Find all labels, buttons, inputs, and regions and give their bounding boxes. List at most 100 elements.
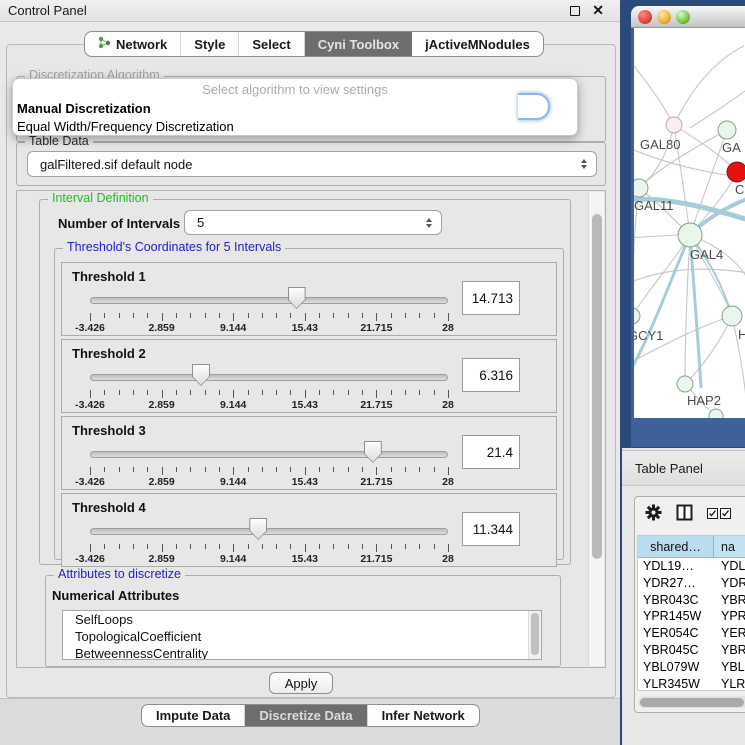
network-edge-highlighted[interactable] bbox=[634, 235, 690, 373]
table-cell-shared-name: YBL079W bbox=[638, 659, 714, 676]
slider-tick bbox=[405, 467, 406, 472]
minimize-traffic-light-icon[interactable] bbox=[657, 10, 671, 24]
table-row[interactable]: YLR345WYLR3 bbox=[638, 676, 745, 691]
slider-tick bbox=[448, 544, 449, 552]
slider-tick-label: 2.859 bbox=[148, 553, 174, 565]
threshold-panel: Threshold 2-3.4262.8599.14415.4321.71528… bbox=[61, 339, 557, 413]
slider-tick bbox=[162, 390, 163, 398]
thresholds-group-title: Threshold's Coordinates for 5 Intervals bbox=[63, 240, 285, 254]
network-node-gal4[interactable] bbox=[678, 223, 702, 247]
network-edge[interactable] bbox=[685, 316, 732, 384]
checkboxes-icon[interactable] bbox=[707, 506, 731, 524]
slider-tick-label: 9.144 bbox=[220, 553, 246, 565]
network-node-gal80[interactable] bbox=[666, 117, 682, 133]
slider-track[interactable] bbox=[90, 297, 448, 304]
threshold-slider[interactable]: -3.4262.8599.14415.4321.71528 bbox=[90, 287, 448, 337]
algorithm-option-equal-width[interactable]: Equal Width/Frequency Discretization bbox=[13, 118, 577, 136]
network-canvas[interactable]: GAL80GACGAL11GAL4GCY1HHAP2 bbox=[634, 28, 745, 418]
table-row[interactable]: YDL19…YDL1 bbox=[638, 558, 745, 575]
table-panel-toolbar bbox=[635, 497, 745, 533]
slider-tick-label: 28 bbox=[442, 476, 454, 488]
table-data-combobox[interactable]: galFiltered.sif default node bbox=[27, 151, 597, 177]
settings-scrollpane: Interval Definition Number of Intervals … bbox=[16, 190, 606, 668]
combo-spinner-icon bbox=[581, 159, 587, 169]
cyni-mode-tabs: Impute Data Discretize Data Infer Networ… bbox=[141, 704, 480, 727]
attributes-group-title: Attributes to discretize bbox=[54, 567, 185, 581]
tab-infer-network[interactable]: Infer Network bbox=[368, 705, 479, 726]
column-header-name[interactable]: na bbox=[714, 536, 745, 557]
network-node-h[interactable] bbox=[722, 306, 742, 326]
slider-tick bbox=[434, 313, 435, 318]
slider-track[interactable] bbox=[90, 528, 448, 535]
slider-track[interactable] bbox=[90, 374, 448, 381]
table-row[interactable]: YBR043CYBR0 bbox=[638, 592, 745, 609]
network-node-label: GAL4 bbox=[690, 247, 723, 262]
attribute-list-item[interactable]: TopologicalCoefficient bbox=[63, 628, 541, 645]
slider-tick bbox=[405, 544, 406, 549]
table-row[interactable]: YDR27…YDR2 bbox=[638, 575, 745, 592]
gear-icon[interactable] bbox=[645, 504, 662, 526]
split-columns-icon[interactable] bbox=[676, 504, 693, 526]
algorithm-combobox-fragment[interactable] bbox=[518, 93, 550, 120]
tab-discretize-data[interactable]: Discretize Data bbox=[245, 705, 367, 726]
combo-spinner-icon bbox=[426, 218, 432, 228]
slider-tick bbox=[305, 390, 306, 398]
network-node-unlabeled[interactable] bbox=[709, 409, 723, 418]
network-node-ga[interactable] bbox=[718, 121, 736, 139]
column-header-shared[interactable]: shared… bbox=[638, 536, 714, 557]
tab-network[interactable]: Network bbox=[85, 32, 181, 56]
threshold-value-field[interactable]: 21.4 bbox=[462, 435, 520, 469]
settings-scrollbar[interactable] bbox=[588, 192, 604, 666]
slider-thumb[interactable] bbox=[364, 441, 382, 463]
settings-scrollbar-thumb[interactable] bbox=[592, 214, 602, 559]
float-window-icon[interactable] bbox=[570, 6, 580, 16]
table-row[interactable]: YER054CYER0 bbox=[638, 625, 745, 642]
network-edge[interactable] bbox=[639, 125, 674, 188]
slider-tick bbox=[233, 467, 234, 475]
slider-thumb[interactable] bbox=[192, 364, 210, 386]
algorithm-option-manual[interactable]: Manual Discretization bbox=[13, 100, 577, 118]
table-row[interactable]: YBL079WYBL0 bbox=[638, 659, 745, 676]
slider-tick-label: 9.144 bbox=[220, 476, 246, 488]
zoom-traffic-light-icon[interactable] bbox=[676, 10, 690, 24]
network-edge[interactable] bbox=[634, 269, 745, 283]
tab-cyni-toolbox[interactable]: Cyni Toolbox bbox=[305, 32, 412, 56]
slider-thumb[interactable] bbox=[288, 287, 306, 309]
attribute-list-item[interactable]: BetweennessCentrality bbox=[63, 645, 541, 660]
threshold-slider[interactable]: -3.4262.8599.14415.4321.71528 bbox=[90, 364, 448, 414]
slider-track[interactable] bbox=[90, 451, 448, 458]
table-horizontal-scrollbar-thumb[interactable] bbox=[640, 698, 744, 707]
control-panel-window: Control Panel ✕ Network Style bbox=[0, 0, 622, 745]
apply-button[interactable]: Apply bbox=[269, 672, 333, 694]
tab-style[interactable]: Style bbox=[181, 32, 239, 56]
threshold-value-field[interactable]: 11.344 bbox=[462, 512, 520, 546]
threshold-slider[interactable]: -3.4262.8599.14415.4321.71528 bbox=[90, 518, 448, 568]
slider-tick bbox=[262, 544, 263, 549]
network-edge[interactable] bbox=[634, 58, 674, 125]
threshold-value-field[interactable]: 6.316 bbox=[462, 358, 520, 392]
tab-impute-data[interactable]: Impute Data bbox=[142, 705, 245, 726]
tab-select[interactable]: Select bbox=[239, 32, 304, 56]
slider-thumb[interactable] bbox=[249, 518, 267, 540]
attribute-list-item[interactable]: SelfLoops bbox=[63, 611, 541, 628]
network-node-hap2[interactable] bbox=[677, 376, 693, 392]
slider-tick bbox=[133, 544, 134, 549]
threshold-value-field[interactable]: 14.713 bbox=[462, 281, 520, 315]
slider-tick bbox=[104, 544, 105, 549]
network-node-gal11[interactable] bbox=[634, 179, 648, 197]
number-of-intervals-combobox[interactable]: 5 bbox=[184, 210, 442, 235]
network-node-c[interactable] bbox=[727, 162, 745, 182]
close-icon[interactable]: ✕ bbox=[592, 2, 604, 19]
slider-tick bbox=[162, 467, 163, 475]
network-edge[interactable] bbox=[674, 46, 744, 125]
network-edge[interactable] bbox=[690, 88, 745, 128]
threshold-slider[interactable]: -3.4262.8599.14415.4321.71528 bbox=[90, 441, 448, 491]
table-row[interactable]: YBR045CYBR0 bbox=[638, 642, 745, 659]
close-traffic-light-icon[interactable] bbox=[638, 10, 652, 24]
network-node-gcy1[interactable] bbox=[634, 308, 640, 324]
network-node-label: C bbox=[735, 182, 744, 197]
table-horizontal-scrollbar[interactable] bbox=[638, 696, 745, 708]
table-row[interactable]: YPR145WYPR1 bbox=[638, 608, 745, 625]
list-scrollbar[interactable] bbox=[528, 611, 541, 659]
tab-jactivemnodules[interactable]: jActiveMNodules bbox=[412, 32, 543, 56]
